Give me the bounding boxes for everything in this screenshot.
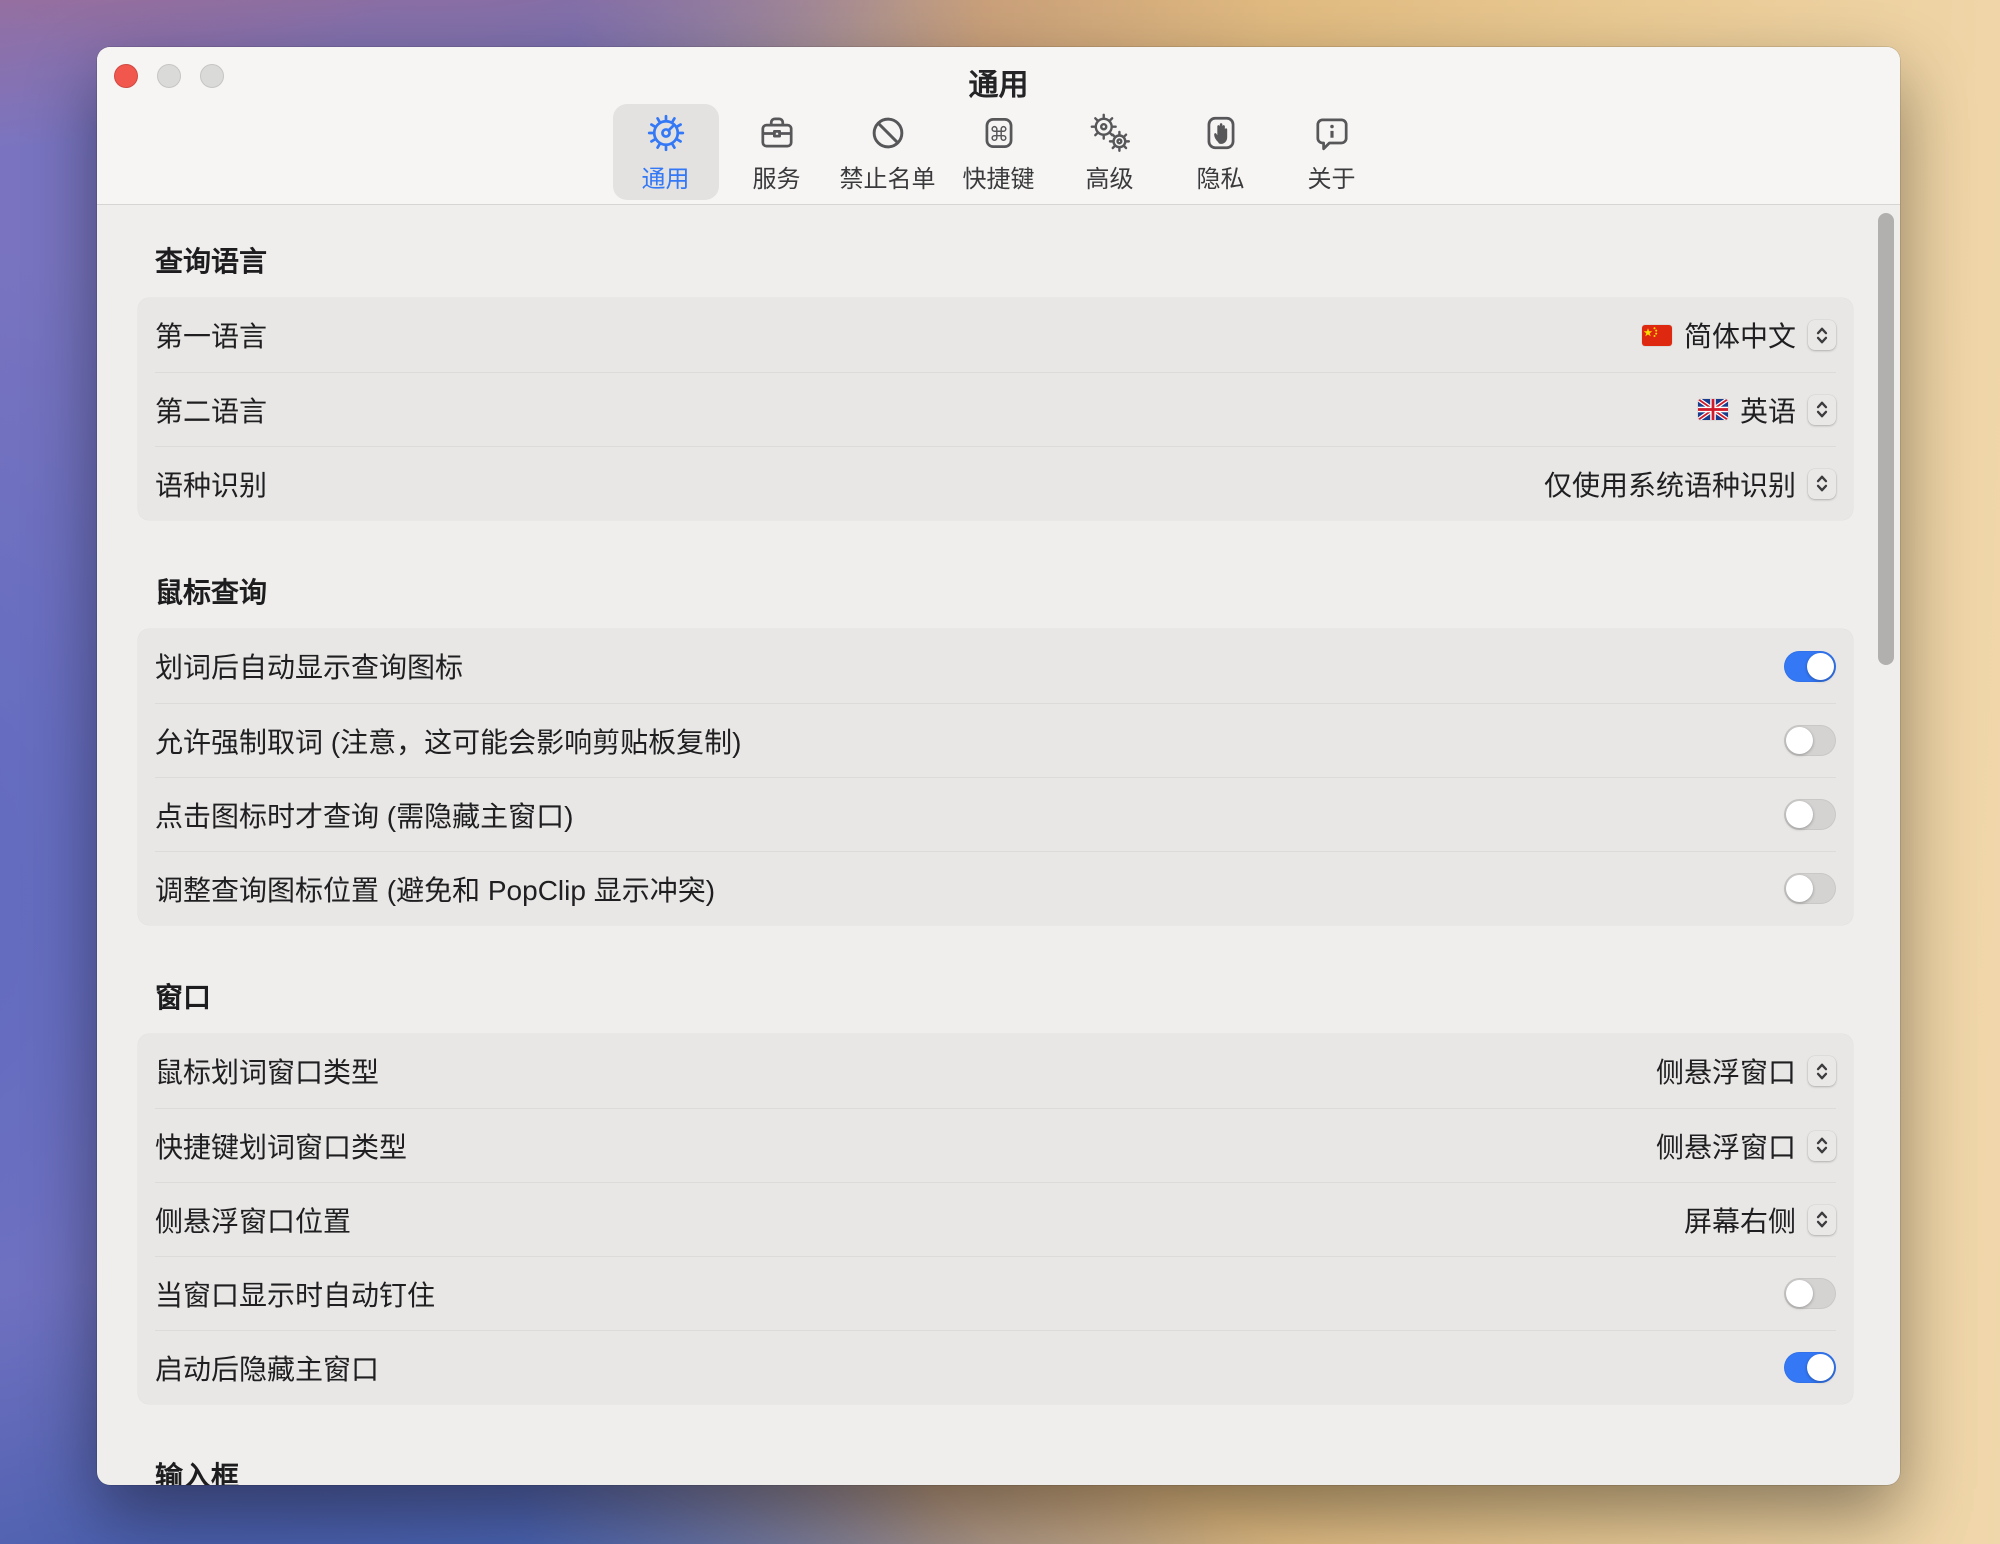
window-title: 通用 <box>97 60 1900 104</box>
second-language-select[interactable]: 英语 <box>1698 390 1836 430</box>
select-value: 简体中文 <box>1684 315 1796 355</box>
scrollbar-thumb[interactable] <box>1878 213 1894 665</box>
settings-row-auto-pin-when-shown: 当窗口显示时自动钉住 <box>155 1256 1836 1330</box>
section-window: 窗口鼠标划词窗口类型侧悬浮窗口 快捷键划词窗口类型侧悬浮窗口 侧悬浮窗口位置屏幕… <box>138 981 1900 1404</box>
section-query-language: 查询语言第一语言 简体中文 第二语言 英语 语种识别 仅使用系统语种识别 <box>138 245 1900 520</box>
auto-show-query-icon-toggle[interactable] <box>1784 651 1836 682</box>
select-value: 屏幕右侧 <box>1684 1200 1796 1240</box>
settings-row-shortcut-select-window-type: 快捷键划词窗口类型 侧悬浮窗口 <box>155 1108 1836 1182</box>
row-label: 点击图标时才查询 (需隐藏主窗口) <box>155 795 573 835</box>
row-label: 划词后自动显示查询图标 <box>155 646 463 686</box>
section-input-box: 输入框 <box>138 1460 1900 1485</box>
adjust-query-icon-position-toggle[interactable] <box>1784 873 1836 904</box>
toggle-knob <box>1786 801 1813 828</box>
section-title-mouse-query: 鼠标查询 <box>155 576 1900 610</box>
titlebar: 通用 通用 服务 禁止名单 ⌘ 快捷键 高级 隐私 关于 <box>97 47 1900 205</box>
row-label: 侧悬浮窗口位置 <box>155 1200 351 1240</box>
language-detection-select[interactable]: 仅使用系统语种识别 <box>1544 464 1836 504</box>
toggle-knob <box>1807 1354 1834 1381</box>
allow-force-get-word-toggle[interactable] <box>1784 725 1836 756</box>
settings-group-mouse-query: 划词后自动显示查询图标允许强制取词 (注意，这可能会影响剪贴板复制) 点击图标时才… <box>138 629 1853 925</box>
toolbar-item-label: 通用 <box>642 159 690 194</box>
settings-row-side-float-window-position: 侧悬浮窗口位置 屏幕右侧 <box>155 1182 1836 1256</box>
toolbar-item-label: 高级 <box>1086 159 1134 194</box>
info-bubble-icon <box>1311 111 1353 155</box>
section-title-window: 窗口 <box>155 981 1900 1015</box>
first-language-select[interactable]: 简体中文 <box>1642 315 1836 355</box>
chevron-up-down-icon[interactable] <box>1808 1056 1836 1086</box>
chevron-up-down-icon[interactable] <box>1808 1131 1836 1161</box>
settings-group-window: 鼠标划词窗口类型侧悬浮窗口 快捷键划词窗口类型侧悬浮窗口 侧悬浮窗口位置屏幕右侧… <box>138 1034 1853 1404</box>
settings-row-query-only-on-icon-click: 点击图标时才查询 (需隐藏主窗口) <box>155 777 1836 851</box>
cn-flag-icon <box>1642 325 1672 346</box>
toolbar-item-label: 关于 <box>1308 159 1356 194</box>
toolbar-item-services[interactable]: 服务 <box>724 104 830 200</box>
shortcut-select-window-type-select[interactable]: 侧悬浮窗口 <box>1656 1126 1836 1166</box>
gears-icon <box>1087 111 1133 155</box>
svg-text:⌘: ⌘ <box>989 122 1009 146</box>
toolbar-item-shortcuts[interactable]: ⌘ 快捷键 <box>946 104 1052 200</box>
settings-row-mouse-select-window-type: 鼠标划词窗口类型 侧悬浮窗口 <box>155 1034 1836 1108</box>
toolbar-item-advanced[interactable]: 高级 <box>1057 104 1163 200</box>
command-icon: ⌘ <box>978 111 1020 155</box>
mouse-select-window-type-select[interactable]: 侧悬浮窗口 <box>1656 1051 1836 1091</box>
toolbar-item-label: 隐私 <box>1197 159 1245 194</box>
chevron-up-down-icon[interactable] <box>1808 469 1836 499</box>
row-label: 第二语言 <box>155 390 267 430</box>
settings-window: 通用 通用 服务 禁止名单 ⌘ 快捷键 高级 隐私 关于 查询语言第一语言 简体中… <box>97 47 1900 1485</box>
prohibition-icon <box>867 111 909 155</box>
section-title-input-box: 输入框 <box>155 1460 1900 1485</box>
settings-row-hide-main-window-on-launch: 启动后隐藏主窗口 <box>155 1330 1836 1404</box>
briefcase-icon <box>756 111 798 155</box>
toggle-knob <box>1786 875 1813 902</box>
toggle-knob <box>1807 653 1834 680</box>
select-value: 英语 <box>1740 390 1796 430</box>
side-float-window-position-select[interactable]: 屏幕右侧 <box>1684 1200 1836 1240</box>
settings-row-second-language: 第二语言 英语 <box>155 372 1836 446</box>
row-label: 调整查询图标位置 (避免和 PopClip 显示冲突) <box>155 869 715 909</box>
settings-row-adjust-query-icon-position: 调整查询图标位置 (避免和 PopClip 显示冲突) <box>155 851 1836 925</box>
select-value: 侧悬浮窗口 <box>1656 1126 1796 1166</box>
settings-group-query-language: 第一语言 简体中文 第二语言 英语 语种识别 仅使用系统语种识别 <box>138 298 1853 520</box>
settings-toolbar: 通用 服务 禁止名单 ⌘ 快捷键 高级 隐私 关于 <box>97 104 1900 200</box>
section-mouse-query: 鼠标查询划词后自动显示查询图标允许强制取词 (注意，这可能会影响剪贴板复制) 点击… <box>138 576 1900 925</box>
query-only-on-icon-click-toggle[interactable] <box>1784 799 1836 830</box>
toggle-knob <box>1786 727 1813 754</box>
hide-main-window-on-launch-toggle[interactable] <box>1784 1352 1836 1383</box>
row-label: 鼠标划词窗口类型 <box>155 1051 379 1091</box>
settings-row-allow-force-get-word: 允许强制取词 (注意，这可能会影响剪贴板复制) <box>155 703 1836 777</box>
select-value: 仅使用系统语种识别 <box>1544 464 1796 504</box>
settings-row-language-detection: 语种识别 仅使用系统语种识别 <box>155 446 1836 520</box>
chevron-up-down-icon[interactable] <box>1808 395 1836 425</box>
settings-row-auto-show-query-icon: 划词后自动显示查询图标 <box>155 629 1836 703</box>
toggle-knob <box>1786 1280 1813 1307</box>
toolbar-item-general[interactable]: 通用 <box>613 104 719 200</box>
toolbar-item-blocklist[interactable]: 禁止名单 <box>835 104 941 200</box>
gear-icon <box>645 111 687 155</box>
toolbar-item-label: 快捷键 <box>963 159 1035 194</box>
row-label: 启动后隐藏主窗口 <box>155 1348 379 1388</box>
toolbar-item-privacy[interactable]: 隐私 <box>1168 104 1274 200</box>
row-label: 语种识别 <box>155 464 267 504</box>
toolbar-item-label: 服务 <box>753 159 801 194</box>
section-title-query-language: 查询语言 <box>155 245 1900 279</box>
toolbar-item-label: 禁止名单 <box>840 159 936 194</box>
row-label: 第一语言 <box>155 315 267 355</box>
select-value: 侧悬浮窗口 <box>1656 1051 1796 1091</box>
desktop-wallpaper: 通用 通用 服务 禁止名单 ⌘ 快捷键 高级 隐私 关于 查询语言第一语言 简体中… <box>0 0 2000 1544</box>
row-label: 当窗口显示时自动钉住 <box>155 1274 435 1314</box>
toolbar-item-about[interactable]: 关于 <box>1279 104 1385 200</box>
gb-flag-icon <box>1698 399 1728 420</box>
row-label: 允许强制取词 (注意，这可能会影响剪贴板复制) <box>155 721 741 761</box>
auto-pin-when-shown-toggle[interactable] <box>1784 1278 1836 1309</box>
hand-icon <box>1200 111 1242 155</box>
chevron-up-down-icon[interactable] <box>1808 1205 1836 1235</box>
chevron-up-down-icon[interactable] <box>1808 320 1836 350</box>
settings-row-first-language: 第一语言 简体中文 <box>155 298 1836 372</box>
row-label: 快捷键划词窗口类型 <box>155 1126 407 1166</box>
settings-content: 查询语言第一语言 简体中文 第二语言 英语 语种识别 仅使用系统语种识别 鼠标查询… <box>97 205 1900 1485</box>
